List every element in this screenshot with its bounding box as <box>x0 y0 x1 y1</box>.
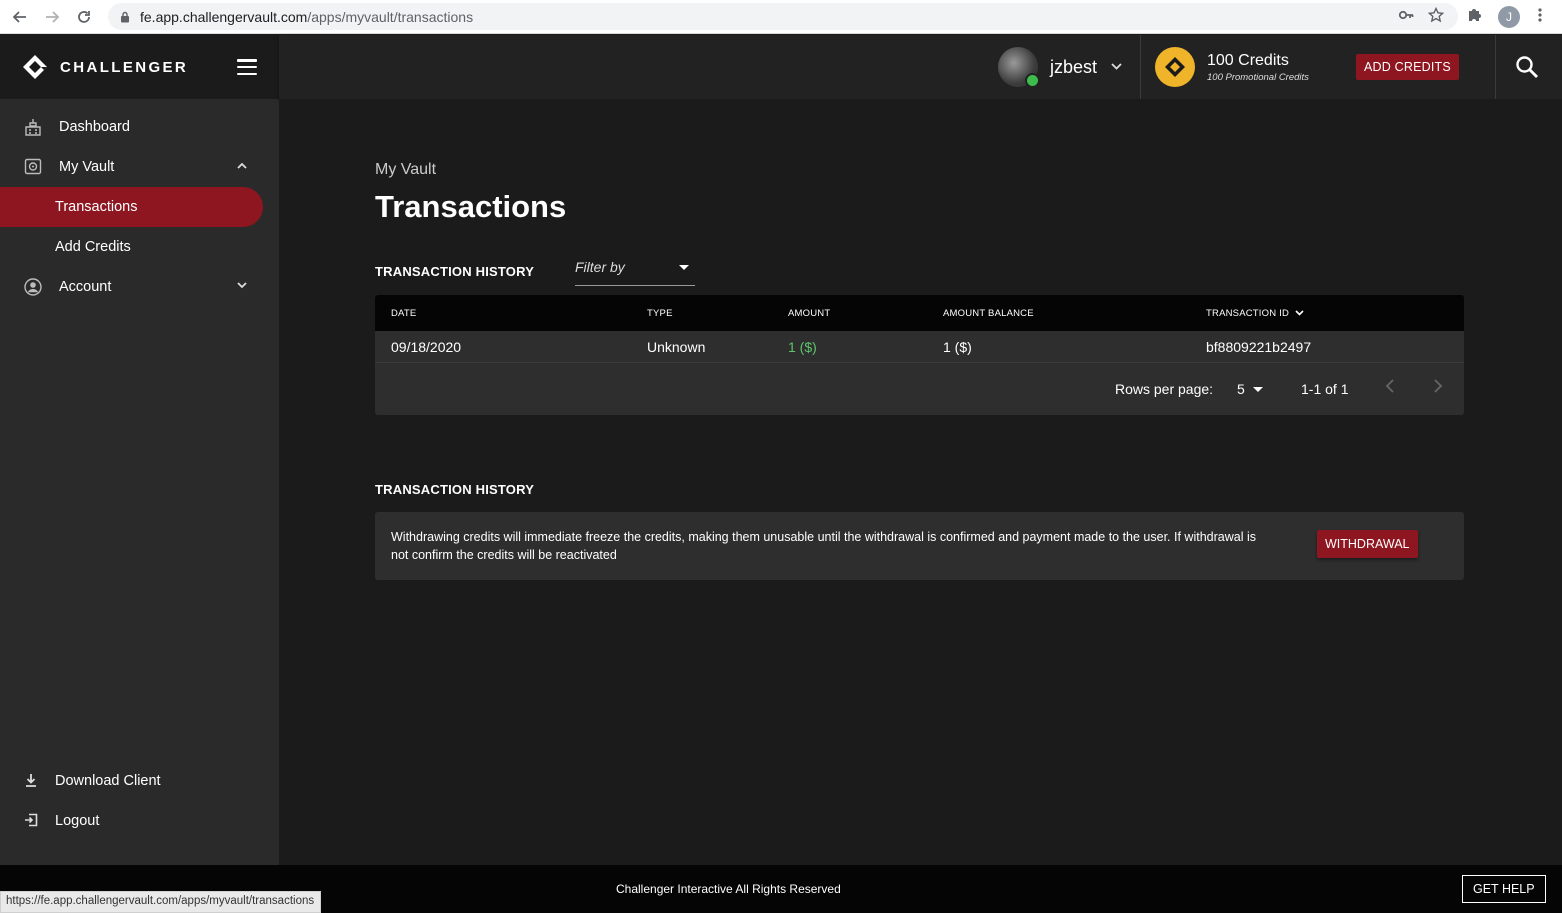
download-client-label: Download Client <box>55 773 161 789</box>
address-bar[interactable]: fe.app.challengervault.com/apps/myvault/… <box>108 3 1458 30</box>
caret-down-icon <box>679 265 689 270</box>
withdrawal-card: Withdrawing credits will immediate freez… <box>375 512 1464 580</box>
next-page-icon[interactable] <box>1433 377 1443 398</box>
dashboard-icon <box>24 118 42 136</box>
page-title: Transactions <box>375 189 567 224</box>
avatar <box>998 47 1040 88</box>
challenger-logo-icon <box>22 54 48 80</box>
forward-arrow-icon[interactable] <box>36 1 68 33</box>
sidebar-item-account[interactable]: Account <box>0 267 279 307</box>
download-icon <box>24 773 38 790</box>
credits-display: 100 Credits 100 Promotional Credits <box>1155 47 1309 87</box>
sidebar-item-label: My Vault <box>59 159 115 175</box>
breadcrumb: My Vault <box>375 161 437 178</box>
promo-credits: 100 Promotional Credits <box>1207 71 1309 83</box>
cell-balance: 1 ($) <box>943 339 972 355</box>
top-header: jzbest 100 Credits 100 Promotional Credi… <box>279 35 1562 99</box>
column-header-date[interactable]: DATE <box>391 308 416 319</box>
caret-down-icon[interactable] <box>1253 387 1263 392</box>
sidebar-menu: Dashboard My Vault Transactions Add Cred… <box>0 107 279 307</box>
logout-icon <box>24 813 38 830</box>
sidebar-item-add-credits[interactable]: Add Credits <box>0 227 279 267</box>
column-header-amount-balance[interactable]: AMOUNT BALANCE <box>943 308 1034 319</box>
user-menu[interactable]: jzbest <box>998 46 1122 88</box>
sidebar-bottom: Download Client Logout <box>0 761 279 841</box>
withdrawal-section-title: TRANSACTION HISTORY <box>375 482 535 497</box>
header-divider <box>1495 35 1496 99</box>
previous-page-icon[interactable] <box>1385 377 1395 398</box>
cell-transaction-id: bf8809221b2497 <box>1206 339 1312 355</box>
cell-amount: 1 ($) <box>788 339 817 355</box>
star-icon[interactable] <box>1427 6 1445 27</box>
back-arrow-icon[interactable] <box>4 1 36 33</box>
reload-icon[interactable] <box>68 1 100 33</box>
column-header-label: TRANSACTION ID <box>1206 308 1290 319</box>
username: jzbest <box>1050 56 1098 77</box>
sidebar-item-label: Dashboard <box>59 119 130 135</box>
cell-type: Unknown <box>647 339 706 355</box>
footer-copyright: Challenger Interactive All Rights Reserv… <box>616 882 841 896</box>
extensions-puzzle-icon[interactable] <box>1462 7 1486 28</box>
lock-icon <box>120 11 130 23</box>
hamburger-menu-icon[interactable] <box>237 59 257 75</box>
credits-coin-icon <box>1155 47 1195 87</box>
column-header-type[interactable]: TYPE <box>647 308 673 319</box>
sidebar-item-transactions[interactable]: Transactions <box>0 187 263 227</box>
chevron-down-icon[interactable] <box>237 280 247 292</box>
table-row[interactable]: 09/18/2020 Unknown 1 ($) 1 ($) bf8809221… <box>375 331 1464 363</box>
rows-per-page-label: Rows per page: <box>1115 381 1214 397</box>
column-header-amount[interactable]: AMOUNT <box>788 308 830 319</box>
sidebar-item-dashboard[interactable]: Dashboard <box>0 107 279 147</box>
pagination-range: 1-1 of 1 <box>1301 381 1349 397</box>
url-path: /apps/myvault/transactions <box>307 8 474 25</box>
browser-menu-icon[interactable] <box>1532 7 1548 28</box>
chevron-down-icon[interactable] <box>1111 61 1122 73</box>
table-pagination: Rows per page: 5 1-1 of 1 <box>375 363 1464 415</box>
sidebar-item-my-vault[interactable]: My Vault <box>0 147 279 187</box>
credits-balance: 100 Credits <box>1207 51 1289 69</box>
header-divider <box>1140 35 1141 99</box>
transaction-history-title: TRANSACTION HISTORY <box>375 264 535 279</box>
withdrawal-button[interactable]: WITHDRAWAL <box>1317 530 1418 558</box>
download-client-link[interactable]: Download Client <box>0 761 279 801</box>
withdrawal-description: Withdrawing credits will immediate freez… <box>391 530 1256 562</box>
search-icon[interactable] <box>1515 55 1539 79</box>
transactions-table: DATE TYPE AMOUNT AMOUNT BALANCE TRANSACT… <box>375 295 1464 415</box>
rows-per-page-select[interactable]: 5 <box>1237 381 1245 397</box>
account-icon <box>24 278 42 296</box>
logout-link[interactable]: Logout <box>0 801 279 841</box>
url-host: fe.app.challengervault.com <box>140 8 308 25</box>
column-header-transaction-id[interactable]: TRANSACTION ID <box>1206 308 1304 319</box>
brand-name: CHALLENGER <box>60 58 189 76</box>
browser-status-url: https://fe.app.challengervault.com/apps/… <box>0 891 322 913</box>
sort-chevron-down-icon <box>1295 308 1304 318</box>
table-header: DATE TYPE AMOUNT AMOUNT BALANCE TRANSACT… <box>375 295 1464 331</box>
filter-placeholder: Filter by <box>575 259 625 275</box>
profile-avatar[interactable]: J <box>1498 6 1520 28</box>
logout-label: Logout <box>55 813 100 829</box>
get-help-button[interactable]: GET HELP <box>1462 875 1546 903</box>
filter-select[interactable]: Filter by <box>575 259 695 286</box>
main-content: My Vault Transactions TRANSACTION HISTOR… <box>279 99 1562 865</box>
cell-date: 09/18/2020 <box>391 339 462 355</box>
chevron-up-icon[interactable] <box>237 160 247 172</box>
sidebar-item-label: Account <box>59 279 112 295</box>
browser-toolbar: fe.app.challengervault.com/apps/myvault/… <box>0 0 1562 34</box>
key-icon[interactable] <box>1398 7 1414 27</box>
sidebar: CHALLENGER Dashboard My Vault Transactio… <box>0 35 279 865</box>
vault-icon <box>24 158 42 176</box>
add-credits-button[interactable]: ADD CREDITS <box>1356 54 1459 80</box>
